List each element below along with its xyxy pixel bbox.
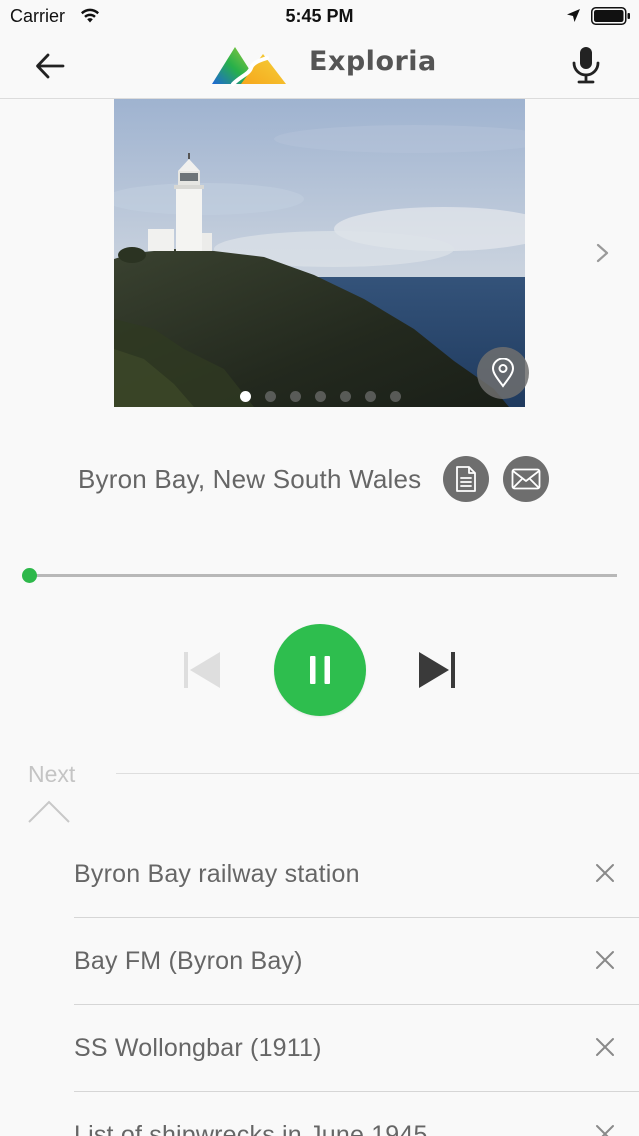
location-arrow-icon (567, 9, 580, 22)
up-next-list: Byron Bay railway station Bay FM (Byron … (74, 831, 639, 1136)
previous-track-button[interactable] (182, 650, 222, 690)
map-pin-button[interactable] (477, 347, 529, 399)
map-pin-icon (491, 358, 515, 388)
queue-item-label: Bay FM (Byron Bay) (74, 947, 303, 975)
arrow-left-icon (36, 53, 65, 79)
navigation-bar: Exploria (0, 32, 639, 99)
location-title: Byron Bay, New South Wales (78, 464, 422, 494)
microphone-button[interactable] (568, 44, 604, 86)
microphone-icon (572, 47, 600, 84)
skip-previous-icon (184, 652, 220, 688)
pager-dot-7[interactable] (390, 391, 401, 402)
skip-next-icon (419, 652, 455, 688)
chevron-up-icon[interactable] (27, 798, 71, 824)
queue-item[interactable]: Byron Bay railway station (74, 831, 639, 918)
mail-icon (511, 468, 541, 490)
exploria-logo (212, 47, 286, 86)
queue-item[interactable]: List of shipwrecks in June 1945 (74, 1092, 639, 1136)
close-icon[interactable] (594, 862, 616, 884)
next-section-divider (116, 773, 639, 774)
app-title: Exploria (309, 46, 437, 77)
pager-dot-6[interactable] (365, 391, 376, 402)
lighthouse-photo (114, 99, 525, 407)
pager-dot-5[interactable] (340, 391, 351, 402)
image-pager[interactable] (240, 391, 401, 402)
pause-button[interactable] (274, 624, 366, 716)
battery-icon (591, 7, 630, 25)
queue-item[interactable]: Bay FM (Byron Bay) (74, 918, 639, 1005)
document-icon (456, 466, 476, 492)
back-button[interactable] (30, 48, 70, 84)
pager-dot-2[interactable] (265, 391, 276, 402)
queue-item[interactable]: SS Wollongbar (1911) (74, 1005, 639, 1092)
queue-item-label: Byron Bay railway station (74, 860, 360, 888)
pager-dot-4[interactable] (315, 391, 326, 402)
audio-progress-knob[interactable] (22, 568, 37, 583)
queue-item-label: SS Wollongbar (1911) (74, 1034, 322, 1062)
article-button[interactable] (443, 456, 489, 502)
pager-dot-3[interactable] (290, 391, 301, 402)
status-time: 5:45 PM (285, 6, 354, 26)
close-icon[interactable] (594, 1036, 616, 1058)
status-bar: Carrier 5:45 PM (0, 0, 639, 32)
chevron-right-icon[interactable] (594, 242, 612, 264)
next-section-label: Next (28, 761, 76, 787)
next-track-button[interactable] (417, 650, 457, 690)
pause-icon (310, 656, 330, 684)
location-photo[interactable] (114, 99, 525, 407)
share-email-button[interactable] (503, 456, 549, 502)
pager-dot-1[interactable] (240, 391, 251, 402)
queue-item-label: List of shipwrecks in June 1945 (74, 1121, 428, 1136)
close-icon[interactable] (594, 949, 616, 971)
close-icon[interactable] (594, 1123, 616, 1136)
audio-progress-track[interactable] (29, 574, 617, 577)
